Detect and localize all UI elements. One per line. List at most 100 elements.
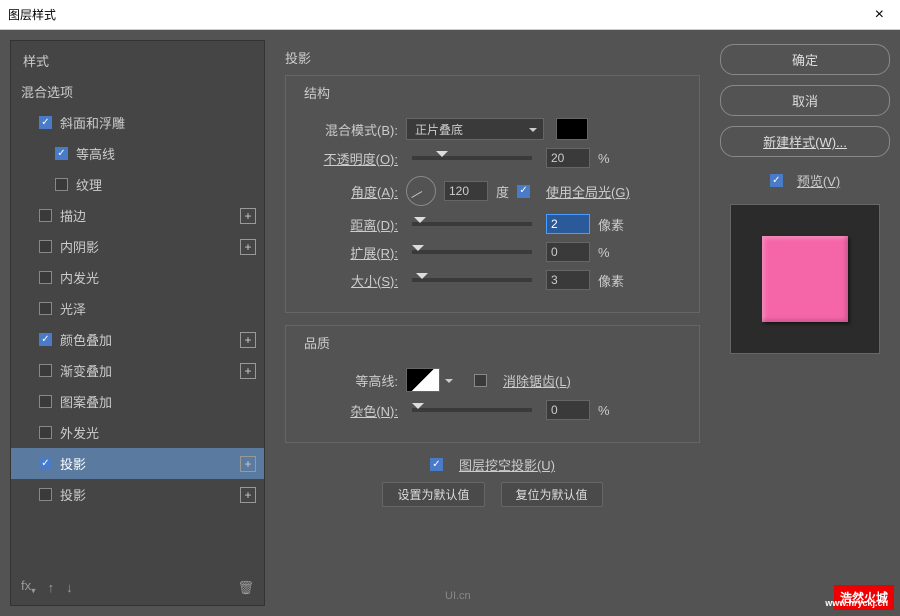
titlebar: 图层样式 × xyxy=(0,0,900,30)
watermark: 浩然火城 www.hryckj.cn xyxy=(834,585,894,610)
styles-header[interactable]: 样式 xyxy=(11,41,264,76)
style-item-3[interactable]: 描边+ xyxy=(11,200,264,231)
style-label: 投影 xyxy=(60,485,86,504)
opacity-slider[interactable] xyxy=(412,156,532,160)
style-label: 等高线 xyxy=(76,144,115,163)
opacity-label: 不透明度(O): xyxy=(300,149,398,168)
ok-button[interactable]: 确定 xyxy=(720,44,890,75)
style-item-2[interactable]: 纹理 xyxy=(11,169,264,200)
style-item-11[interactable]: 投影 + xyxy=(11,448,264,479)
knockout-label: 图层挖空投影(U) xyxy=(459,455,555,474)
preview-swatch xyxy=(762,236,848,322)
distance-input[interactable] xyxy=(546,214,590,234)
style-label: 纹理 xyxy=(76,175,102,194)
global-light-label: 使用全局光(G) xyxy=(546,182,630,201)
close-icon[interactable]: × xyxy=(867,6,892,24)
add-effect-icon[interactable]: + xyxy=(240,363,256,379)
style-checkbox[interactable] xyxy=(39,364,52,377)
cancel-button[interactable]: 取消 xyxy=(720,85,890,116)
size-label: 大小(S): xyxy=(300,271,398,290)
make-default-button[interactable]: 设置为默认值 xyxy=(382,482,484,507)
panel-title: 投影 xyxy=(285,48,700,67)
spread-label: 扩展(R): xyxy=(300,243,398,262)
trash-icon[interactable]: 🗑 xyxy=(237,580,254,596)
structure-title: 结构 xyxy=(300,83,334,102)
style-checkbox[interactable] xyxy=(39,457,52,470)
add-effect-icon[interactable]: + xyxy=(240,332,256,348)
dialog-title: 图层样式 xyxy=(8,6,56,23)
blend-mode-label: 混合模式(B): xyxy=(300,120,398,139)
style-item-8[interactable]: 渐变叠加 + xyxy=(11,355,264,386)
size-slider[interactable] xyxy=(412,278,532,282)
shadow-color-swatch[interactable] xyxy=(556,118,588,140)
spread-slider[interactable] xyxy=(412,250,532,254)
style-item-10[interactable]: 外发光 xyxy=(11,417,264,448)
new-style-button[interactable]: 新建样式(W)... xyxy=(720,126,890,157)
preview-toggle[interactable]: 预览(V) xyxy=(720,171,890,190)
add-effect-icon[interactable]: + xyxy=(240,239,256,255)
quality-title: 品质 xyxy=(300,333,334,352)
contour-label: 等高线: xyxy=(300,371,398,390)
blend-options-item[interactable]: 混合选项 xyxy=(11,76,264,107)
ui-logo: UI.cn xyxy=(445,590,471,602)
style-item-0[interactable]: 斜面和浮雕 xyxy=(11,107,264,138)
global-light-checkbox[interactable] xyxy=(517,185,530,198)
add-effect-icon[interactable]: + xyxy=(240,208,256,224)
style-item-9[interactable]: 图案叠加 xyxy=(11,386,264,417)
style-checkbox[interactable] xyxy=(39,209,52,222)
style-item-5[interactable]: 内发光 xyxy=(11,262,264,293)
spread-input[interactable] xyxy=(546,242,590,262)
size-input[interactable] xyxy=(546,270,590,290)
angle-label: 角度(A): xyxy=(300,182,398,201)
angle-dial[interactable] xyxy=(406,176,436,206)
style-item-12[interactable]: 投影 + xyxy=(11,479,264,510)
style-label: 外发光 xyxy=(60,423,99,442)
settings-panel: 投影 结构 混合模式(B): 正片叠底 不透明度(O): % 角度(A): 度 xyxy=(275,40,710,606)
style-checkbox[interactable] xyxy=(55,178,68,191)
style-checkbox[interactable] xyxy=(39,333,52,346)
sidebar-footer: fx▾ ↑ ↓ 🗑 xyxy=(11,570,264,605)
knockout-checkbox[interactable] xyxy=(430,458,443,471)
style-item-1[interactable]: 等高线 xyxy=(11,138,264,169)
arrow-up-icon[interactable]: ↑ xyxy=(48,580,55,595)
distance-label: 距离(D): xyxy=(300,215,398,234)
style-checkbox[interactable] xyxy=(39,395,52,408)
style-label: 图案叠加 xyxy=(60,392,112,411)
quality-fieldset: 品质 等高线: 消除锯齿(L) 杂色(N): % xyxy=(285,325,700,443)
style-label: 斜面和浮雕 xyxy=(60,113,125,132)
style-checkbox[interactable] xyxy=(39,240,52,253)
style-checkbox[interactable] xyxy=(39,302,52,315)
preview-checkbox[interactable] xyxy=(770,174,783,187)
styles-sidebar: 样式 混合选项 斜面和浮雕等高线纹理描边+ 内阴影 + 内发光光泽颜色叠加+ 渐变叠加 +… xyxy=(10,40,265,606)
add-effect-icon[interactable]: + xyxy=(240,456,256,472)
right-panel: 确定 取消 新建样式(W)... 预览(V) xyxy=(720,40,890,606)
antialias-checkbox[interactable] xyxy=(474,374,487,387)
blend-mode-dropdown[interactable]: 正片叠底 xyxy=(406,118,544,140)
arrow-down-icon[interactable]: ↓ xyxy=(66,580,73,595)
angle-input[interactable] xyxy=(444,181,488,201)
fx-icon[interactable]: fx▾ xyxy=(21,578,36,597)
contour-picker[interactable] xyxy=(406,368,440,392)
style-label: 内发光 xyxy=(60,268,99,287)
distance-slider[interactable] xyxy=(412,222,532,226)
style-checkbox[interactable] xyxy=(39,271,52,284)
style-label: 渐变叠加 xyxy=(60,361,112,380)
add-effect-icon[interactable]: + xyxy=(240,487,256,503)
style-label: 光泽 xyxy=(60,299,86,318)
style-item-7[interactable]: 颜色叠加+ xyxy=(11,324,264,355)
style-checkbox[interactable] xyxy=(39,116,52,129)
style-label: 内阴影 xyxy=(60,237,99,256)
style-label: 投影 xyxy=(60,454,86,473)
noise-input[interactable] xyxy=(546,400,590,420)
style-checkbox[interactable] xyxy=(39,426,52,439)
style-item-6[interactable]: 光泽 xyxy=(11,293,264,324)
reset-default-button[interactable]: 复位为默认值 xyxy=(501,482,603,507)
noise-label: 杂色(N): xyxy=(300,401,398,420)
style-checkbox[interactable] xyxy=(39,488,52,501)
preview-box xyxy=(730,204,880,354)
opacity-input[interactable] xyxy=(546,148,590,168)
noise-slider[interactable] xyxy=(412,408,532,412)
style-checkbox[interactable] xyxy=(55,147,68,160)
dialog-body: 样式 混合选项 斜面和浮雕等高线纹理描边+ 内阴影 + 内发光光泽颜色叠加+ 渐变叠加 +… xyxy=(0,30,900,616)
style-item-4[interactable]: 内阴影 + xyxy=(11,231,264,262)
